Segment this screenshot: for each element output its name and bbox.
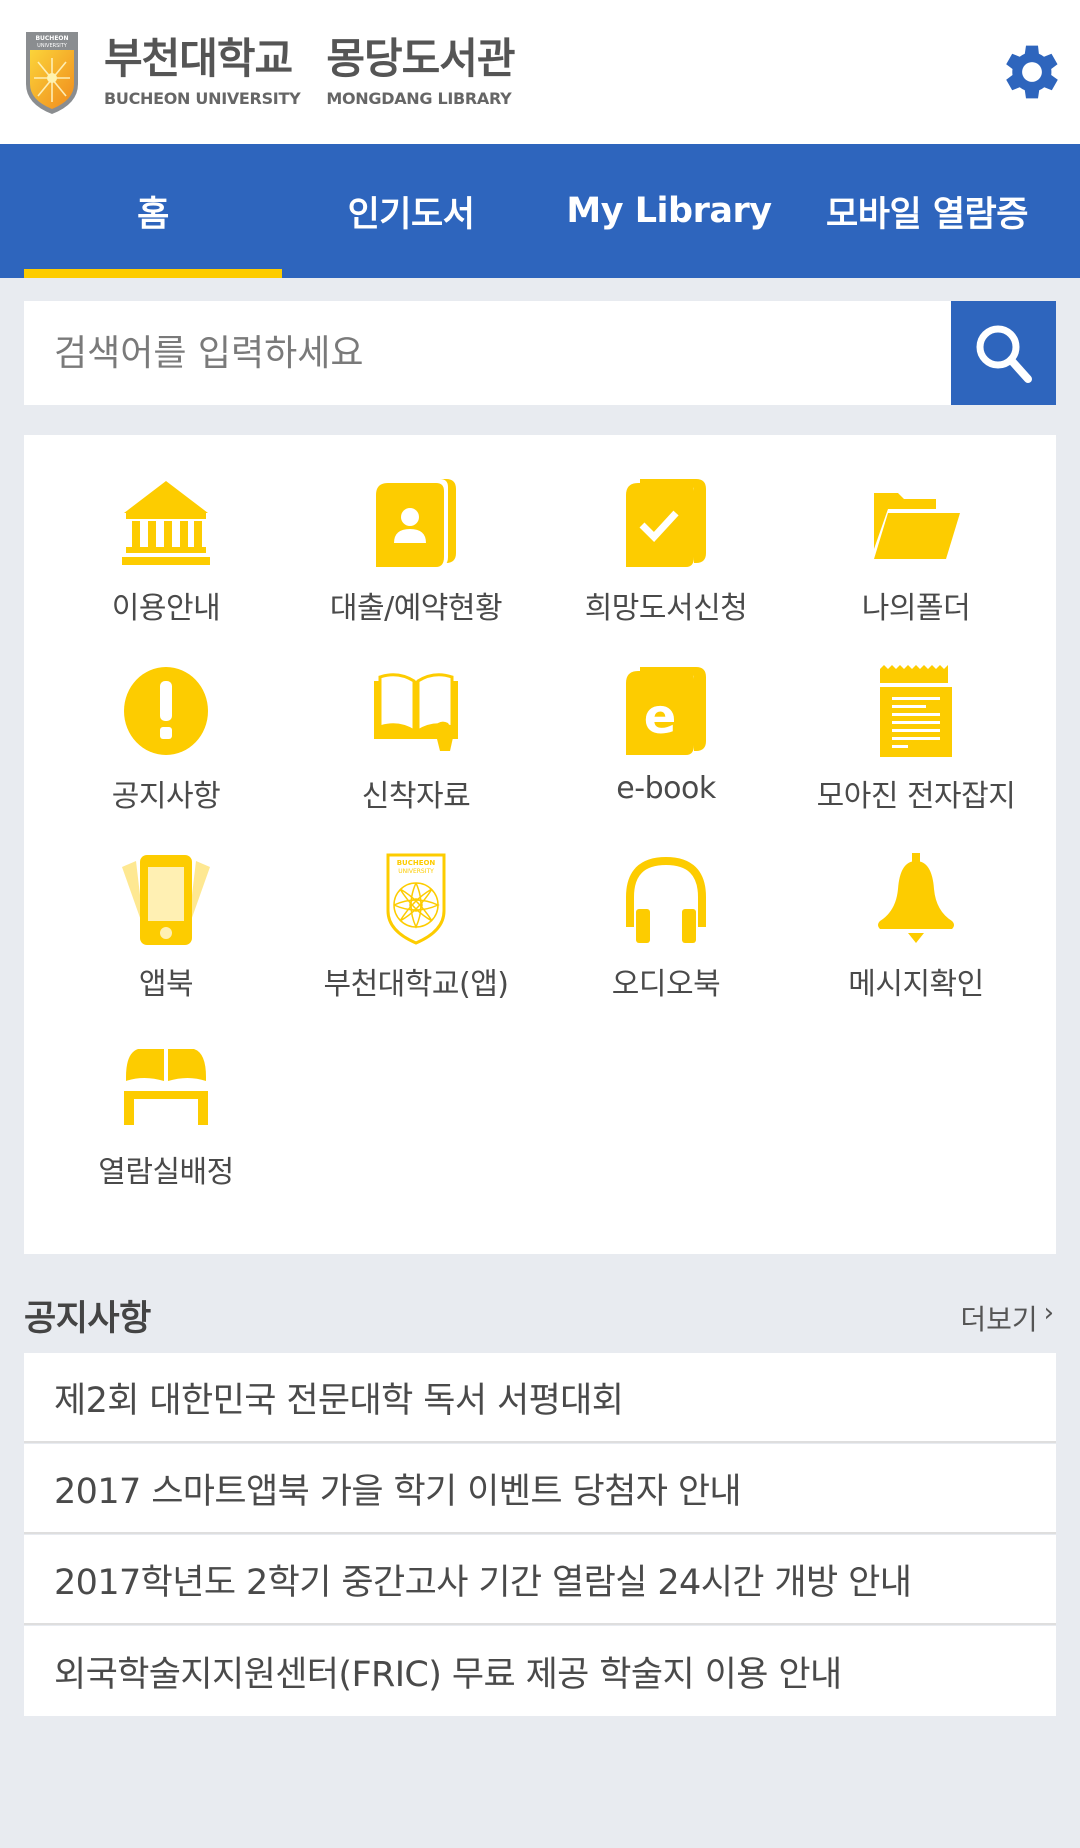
notices-heading: 공지사항: [24, 1299, 151, 1339]
menu-item-ebook[interactable]: e e-book: [541, 661, 791, 849]
book-check-icon: [626, 479, 706, 567]
svg-text:BUCHEON: BUCHEON: [35, 35, 68, 42]
notice-item[interactable]: 외국학술지지원센터(FRIC) 무료 제공 학술지 이용 안내: [24, 1626, 1056, 1716]
tab-home[interactable]: 홈: [24, 144, 282, 278]
menu-label: 앱북: [138, 967, 194, 1002]
app-header: BUCHEON UNIVERSITY 부천대학교 BUCHEON UNIVERS…: [0, 0, 1080, 144]
menu-label: e-book: [616, 771, 716, 806]
svg-text:BUCHEON: BUCHEON: [397, 859, 436, 867]
main-tabs: 홈 인기도서 My Library 모바일 열람증: [0, 144, 1080, 278]
logo-library-name-en: MONGDANG LIBRARY: [326, 89, 512, 108]
university-shield-icon: BUCHEON UNIVERSITY: [26, 32, 78, 114]
menu-label: 나의폴더: [861, 591, 971, 626]
search-button[interactable]: [951, 301, 1056, 405]
menu-item-notices[interactable]: 공지사항: [41, 661, 291, 849]
notice-item[interactable]: 2017 스마트앱북 가을 학기 이벤트 당첨자 안내: [24, 1444, 1056, 1534]
menu-item-audiobook[interactable]: 오디오북: [541, 849, 791, 1037]
menu-item-new-arrivals[interactable]: 신착자료: [291, 661, 541, 849]
menu-label: 오디오북: [611, 967, 721, 1002]
search-icon: [976, 325, 1032, 383]
menu-item-my-folder[interactable]: 나의폴더: [791, 473, 1041, 661]
menu-label: 모아진 전자잡지: [816, 779, 1016, 814]
menu-label: 열람실배정: [98, 1155, 234, 1190]
headphones-icon: [626, 856, 706, 943]
menu-item-reading-room[interactable]: 열람실배정: [41, 1037, 291, 1225]
menu-label: 부천대학교(앱): [323, 967, 509, 1002]
tab-mobile-pass[interactable]: 모바일 열람증: [798, 144, 1056, 278]
settings-button[interactable]: [996, 36, 1068, 108]
svg-text:UNIVERSITY: UNIVERSITY: [398, 868, 434, 875]
menu-label: 공지사항: [111, 779, 221, 814]
logo-university-name: 부천대학교: [104, 34, 293, 83]
more-label: 더보기: [960, 1303, 1038, 1336]
library-building-icon: [122, 481, 210, 565]
menu-label: 메시지확인: [848, 967, 984, 1002]
reading-room-icon: [124, 1049, 208, 1125]
menu-item-book-request[interactable]: 희망도서신청: [541, 473, 791, 661]
ebook-icon: e: [626, 667, 706, 755]
menu-label: 희망도서신청: [584, 591, 748, 626]
logo-library-name: 몽당도서관: [326, 34, 515, 83]
menu-item-university-app[interactable]: BUCHEON UNIVERSITY 부천대학교(앱): [291, 849, 541, 1037]
notice-list: 제2회 대한민국 전문대학 독서 서평대회 2017 스마트앱북 가을 학기 이…: [24, 1353, 1056, 1717]
menu-item-messages[interactable]: 메시지확인: [791, 849, 1041, 1037]
exclamation-icon: [124, 667, 208, 755]
tab-my-library[interactable]: My Library: [540, 144, 798, 278]
bell-icon: [878, 853, 954, 943]
gear-icon: [1006, 45, 1058, 99]
menu-card: 이용안내 대출/예약현황 희망도서신청 나의폴더 공지사항 신착자료 e e-b…: [24, 435, 1056, 1254]
tab-popular-books[interactable]: 인기도서: [282, 144, 540, 278]
menu-item-loan-status[interactable]: 대출/예약현황: [291, 473, 541, 661]
menu-item-appbook[interactable]: 앱북: [41, 849, 291, 1037]
university-emblem-icon: BUCHEON UNIVERSITY: [386, 853, 446, 945]
menu-label: 신착자료: [361, 779, 471, 814]
notice-item[interactable]: 2017학년도 2학기 중간고사 기간 열람실 24시간 개방 안내: [24, 1535, 1056, 1625]
menu-item-emagazine[interactable]: 모아진 전자잡지: [791, 661, 1041, 849]
menu-label: 이용안내: [111, 591, 221, 626]
menu-item-usage-guide[interactable]: 이용안내: [41, 473, 291, 661]
magazine-icon: [880, 665, 952, 757]
phone-icon: [122, 855, 210, 945]
search-bar: [24, 301, 1056, 405]
chevron-right-icon: ›: [1043, 1298, 1054, 1328]
logo-university-name-en: BUCHEON UNIVERSITY: [104, 89, 301, 108]
notice-item[interactable]: 제2회 대한민국 전문대학 독서 서평대회: [24, 1353, 1056, 1443]
svg-text:e: e: [644, 689, 677, 745]
open-book-icon: [374, 673, 458, 751]
menu-grid: 이용안내 대출/예약현황 희망도서신청 나의폴더 공지사항 신착자료 e e-b…: [41, 473, 1041, 1225]
search-input[interactable]: [24, 301, 951, 405]
menu-label: 대출/예약현황: [329, 591, 503, 626]
user-book-icon: [376, 479, 456, 567]
folder-icon: [874, 493, 960, 559]
library-logo[interactable]: BUCHEON UNIVERSITY 부천대학교 BUCHEON UNIVERS…: [22, 28, 541, 116]
more-link[interactable]: 더보기 ›: [960, 1298, 1054, 1338]
svg-text:UNIVERSITY: UNIVERSITY: [37, 43, 68, 49]
